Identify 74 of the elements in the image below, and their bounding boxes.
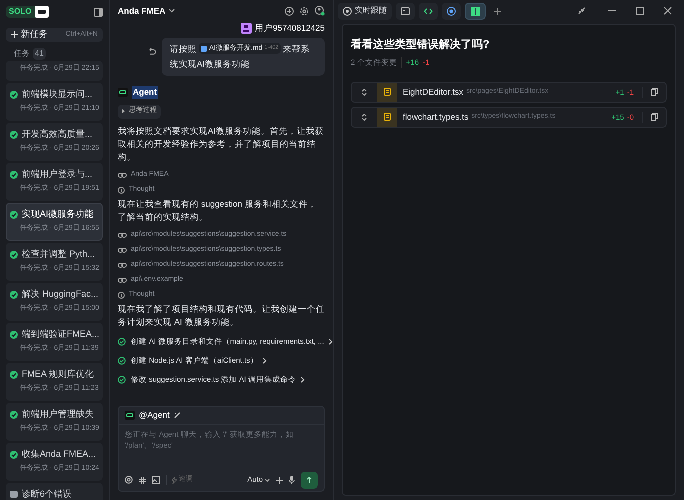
user-name: 用户95740812425 — [254, 22, 325, 35]
link-icon — [118, 278, 127, 282]
project-dropdown[interactable]: Anda FMEA — [118, 4, 175, 18]
code-icon — [424, 6, 433, 16]
plus-icon[interactable] — [494, 8, 501, 14]
check-circle-icon — [118, 376, 126, 384]
chat-add-icon[interactable] — [285, 6, 294, 16]
lightning-icon — [172, 476, 177, 484]
message-text: 我将按照文档要求实现AI微服务功能。首先，让我获取相关的开发经验作为参考，并了解项目的当前结构。 — [118, 124, 325, 164]
check-circle-icon — [10, 90, 18, 98]
plus-icon — [11, 31, 18, 38]
logo: SOLO — [6, 6, 49, 18]
chevron-right-icon — [263, 358, 268, 364]
check-circle-icon — [10, 130, 18, 138]
close-icon[interactable] — [664, 7, 672, 15]
account-icon[interactable] — [315, 6, 325, 16]
agent-label: Agent — [132, 86, 158, 98]
link-icon — [118, 248, 127, 252]
maximize-icon[interactable] — [636, 7, 644, 15]
sidebar-toggle-icon[interactable] — [94, 8, 103, 16]
chevron-down-icon — [265, 478, 270, 482]
hash-icon[interactable] — [139, 476, 146, 484]
file-name: EightDEditor.tsx — [403, 86, 464, 99]
expand-icon — [362, 114, 367, 121]
send-button[interactable] — [301, 472, 318, 488]
link-icon — [118, 232, 127, 238]
info-icon — [118, 186, 125, 194]
link-icon — [118, 172, 127, 178]
chevron-right-icon — [329, 339, 333, 345]
check-circle-icon — [10, 330, 18, 338]
check-circle-icon — [10, 450, 18, 458]
section-label: 任务 — [14, 48, 30, 60]
message-text: 现在我了解了项目结构和现有代码。让我创建一个任务计划来实现 AI 微服务功能。 — [118, 302, 325, 328]
split-view-icon — [471, 6, 480, 16]
message-text: 现在让我查看现有的 suggestion 服务和相关文件，了解当前的实现结构。 — [118, 198, 318, 224]
file-icon — [201, 46, 208, 52]
file-icon — [384, 88, 390, 96]
undo-icon[interactable] — [148, 48, 156, 56]
chevron-right-icon — [301, 377, 306, 383]
microphone-icon[interactable] — [289, 476, 295, 484]
check-circle-icon — [10, 290, 18, 298]
tab-button[interactable] — [442, 2, 461, 20]
info-icon — [118, 292, 125, 298]
copy-icon[interactable] — [651, 113, 658, 122]
tab[interactable]: 实时跟随 — [338, 2, 392, 20]
check-circle-icon — [10, 250, 18, 258]
link-icon — [118, 262, 127, 268]
at-icon[interactable] — [125, 476, 133, 484]
tab-button[interactable] — [419, 2, 438, 20]
check-circle-icon — [118, 338, 126, 346]
expand-icon — [362, 88, 367, 96]
chevron-down-icon — [168, 9, 175, 13]
settings-icon[interactable] — [300, 6, 309, 16]
check-circle-icon — [10, 410, 18, 418]
tab-button[interactable] — [396, 2, 415, 20]
file-icon — [384, 113, 390, 122]
panel-title: 看看这些类型错误解决了吗? — [351, 38, 491, 53]
task-item[interactable]: 诊断6个错误 — [6, 482, 103, 500]
terminal-icon — [401, 6, 410, 16]
task-count: 41 — [33, 48, 46, 60]
tab-button[interactable] — [465, 2, 486, 20]
avatar-icon — [240, 22, 252, 34]
chevron-right-icon — [122, 109, 125, 114]
check-circle-icon — [10, 170, 18, 178]
check-circle-icon — [118, 357, 126, 365]
check-circle-icon — [10, 210, 18, 218]
image-icon[interactable] — [152, 476, 160, 484]
mention-label: @Agent — [139, 409, 170, 422]
copy-icon[interactable] — [651, 88, 658, 96]
check-circle-icon — [10, 370, 18, 378]
collapse-icon[interactable] — [578, 7, 586, 15]
target-icon — [343, 6, 352, 16]
arrow-up-icon — [307, 477, 312, 483]
file-name: flowchart.types.ts — [403, 110, 469, 124]
